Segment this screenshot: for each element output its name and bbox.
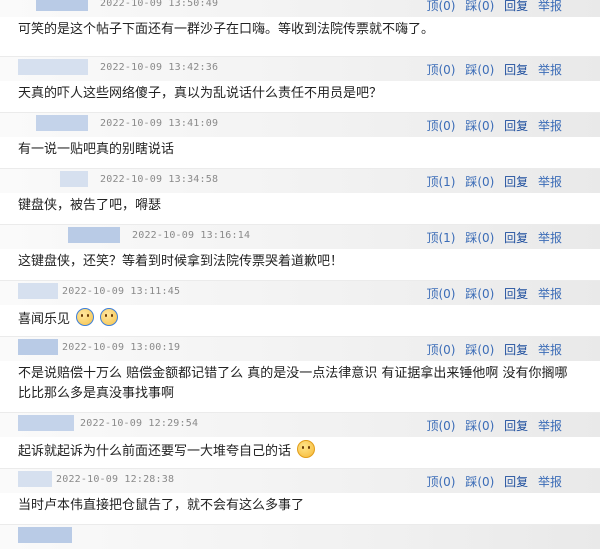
comment-time: 2022-10-09 13:41:09 [100, 118, 219, 129]
up-button[interactable]: 顶(0) [426, 343, 455, 357]
comment-actions: 顶(0) 踩(0) 回复 举报 [426, 61, 562, 78]
reply-button[interactable]: 回复 [504, 287, 528, 301]
comment-actions: 顶(0) 踩(0) 回复 举报 [426, 285, 562, 302]
comment-time: 2022-10-09 13:11:45 [62, 286, 181, 297]
emoji-icon [100, 308, 119, 326]
reply-button[interactable]: 回复 [504, 419, 528, 433]
down-button[interactable]: 踩(0) [465, 419, 494, 433]
avatar[interactable] [18, 283, 58, 299]
down-button[interactable]: 踩(0) [465, 119, 494, 133]
comment-item-partial [0, 524, 600, 549]
up-button[interactable]: 顶(1) [426, 231, 455, 245]
comment-body: 起诉就起诉为什么前面还要写一大堆夸自己的话 [18, 440, 580, 462]
report-button[interactable]: 举报 [538, 0, 562, 13]
comment-actions: 顶(1) 踩(0) 回复 举报 [426, 229, 562, 246]
comment-actions: 顶(1) 踩(0) 回复 举报 [426, 173, 562, 190]
report-button[interactable]: 举报 [538, 63, 562, 77]
report-button[interactable]: 举报 [538, 175, 562, 189]
avatar[interactable] [68, 227, 120, 243]
comment-text: 有一说一贴吧真的别瞎说话 [18, 142, 175, 157]
comment-actions: 顶(0) 踩(0) 回复 举报 [426, 473, 562, 490]
comment-actions: 顶(0) 踩(0) 回复 举报 [426, 417, 562, 434]
comment-meta: 2022-10-09 13:16:14 顶(1) 踩(0) 回复 举报 [0, 224, 600, 249]
comment-actions: 顶(0) 踩(0) 回复 举报 [426, 117, 562, 134]
down-button[interactable]: 踩(0) [465, 475, 494, 489]
avatar[interactable] [18, 339, 58, 355]
reply-button[interactable]: 回复 [504, 119, 528, 133]
report-button[interactable]: 举报 [538, 287, 562, 301]
up-button[interactable]: 顶(0) [426, 119, 455, 133]
reply-button[interactable]: 回复 [504, 231, 528, 245]
up-button[interactable]: 顶(0) [426, 287, 455, 301]
comment-item: 2022-10-09 13:11:45 顶(0) 踩(0) 回复 举报 喜闻乐见 [0, 280, 600, 336]
comment-body: 喜闻乐见 [18, 308, 580, 330]
down-button[interactable]: 踩(0) [465, 63, 494, 77]
avatar[interactable] [18, 59, 88, 75]
comment-text: 这键盘侠，还笑？等着到时候拿到法院传票哭着道歉吧！ [18, 254, 344, 269]
report-button[interactable]: 举报 [538, 343, 562, 357]
reply-button[interactable]: 回复 [504, 175, 528, 189]
comment-meta: 2022-10-09 12:28:38 顶(0) 踩(0) 回复 举报 [0, 468, 600, 493]
comment-text: 不是说赔偿十万么 赔偿金额都记错了么 真的是没一点法律意识 有证据拿出来锤他啊 … [18, 366, 568, 401]
comment-meta: 2022-10-09 12:29:54 顶(0) 踩(0) 回复 举报 [0, 412, 600, 437]
comment-meta: 2022-10-09 13:50:49 顶(0) 踩(0) 回复 举报 [0, 0, 600, 17]
comment-list: 2022-10-09 13:50:49 顶(0) 踩(0) 回复 举报 可笑的是… [0, 0, 600, 549]
comment-meta: 2022-10-09 13:00:19 顶(0) 踩(0) 回复 举报 [0, 336, 600, 361]
comment-item: 2022-10-09 13:42:36 顶(0) 踩(0) 回复 举报 天真的吓… [0, 56, 600, 112]
comment-time: 2022-10-09 13:42:36 [100, 62, 219, 73]
down-button[interactable]: 踩(0) [465, 231, 494, 245]
comment-meta: 2022-10-09 13:11:45 顶(0) 踩(0) 回复 举报 [0, 280, 600, 305]
comment-item: 2022-10-09 13:00:19 顶(0) 踩(0) 回复 举报 不是说赔… [0, 336, 600, 408]
up-button[interactable]: 顶(0) [426, 419, 455, 433]
comment-text: 喜闻乐见 [18, 312, 71, 327]
comment-meta: 2022-10-09 13:42:36 顶(0) 踩(0) 回复 举报 [0, 56, 600, 81]
up-button[interactable]: 顶(0) [426, 63, 455, 77]
avatar[interactable] [36, 115, 88, 131]
comment-text: 起诉就起诉为什么前面还要写一大堆夸自己的话 [18, 444, 292, 459]
comment-actions: 顶(0) 踩(0) 回复 举报 [426, 341, 562, 358]
down-button[interactable]: 踩(0) [465, 175, 494, 189]
comment-meta [0, 524, 600, 549]
comment-item: 2022-10-09 13:34:58 顶(1) 踩(0) 回复 举报 键盘侠，… [0, 168, 600, 224]
down-button[interactable]: 踩(0) [465, 287, 494, 301]
comment-text: 键盘侠，被告了吧，嘚瑟 [18, 198, 162, 213]
comment-meta: 2022-10-09 13:41:09 顶(0) 踩(0) 回复 举报 [0, 112, 600, 137]
comment-meta: 2022-10-09 13:34:58 顶(1) 踩(0) 回复 举报 [0, 168, 600, 193]
comment-text: 当时卢本伟直接把仓鼠告了，就不会有这么多事了 [18, 498, 305, 513]
comment-item: 2022-10-09 12:28:38 顶(0) 踩(0) 回复 举报 当时卢本… [0, 468, 600, 524]
up-button[interactable]: 顶(1) [426, 175, 455, 189]
comment-time: 2022-10-09 13:00:19 [62, 342, 181, 353]
comment-item: 2022-10-09 12:29:54 顶(0) 踩(0) 回复 举报 起诉就起… [0, 412, 600, 468]
comment-item: 2022-10-09 13:16:14 顶(1) 踩(0) 回复 举报 这键盘侠… [0, 224, 600, 280]
comment-time: 2022-10-09 13:50:49 [100, 0, 219, 9]
avatar[interactable] [18, 415, 74, 431]
comment-text: 可笑的是这个帖子下面还有一群沙子在口嗨。等收到法院传票就不嗨了。 [18, 22, 435, 37]
avatar[interactable] [18, 471, 52, 487]
comment-item: 2022-10-09 13:50:49 顶(0) 踩(0) 回复 举报 可笑的是… [0, 0, 600, 48]
avatar[interactable] [36, 0, 88, 11]
comment-time: 2022-10-09 12:28:38 [56, 474, 175, 485]
reply-button[interactable]: 回复 [504, 475, 528, 489]
down-button[interactable]: 踩(0) [465, 343, 494, 357]
avatar[interactable] [60, 171, 88, 187]
comment-actions: 顶(0) 踩(0) 回复 举报 [426, 0, 562, 14]
comment-text: 天真的吓人这些网络傻子，真以为乱说话什么责任不用员是吧？ [18, 86, 383, 101]
emoji-icon [297, 440, 316, 458]
reply-button[interactable]: 回复 [504, 343, 528, 357]
reply-button[interactable]: 回复 [504, 0, 528, 13]
comment-time: 2022-10-09 13:34:58 [100, 174, 219, 185]
up-button[interactable]: 顶(0) [426, 475, 455, 489]
comment-time: 2022-10-09 12:29:54 [80, 418, 199, 429]
report-button[interactable]: 举报 [538, 119, 562, 133]
comment-item: 2022-10-09 13:41:09 顶(0) 踩(0) 回复 举报 有一说一… [0, 112, 600, 168]
down-button[interactable]: 踩(0) [465, 0, 494, 13]
report-button[interactable]: 举报 [538, 419, 562, 433]
up-button[interactable]: 顶(0) [426, 0, 455, 13]
report-button[interactable]: 举报 [538, 475, 562, 489]
avatar[interactable] [18, 527, 72, 543]
reply-button[interactable]: 回复 [504, 63, 528, 77]
comment-time: 2022-10-09 13:16:14 [132, 230, 251, 241]
emoji-icon [76, 308, 95, 326]
report-button[interactable]: 举报 [538, 231, 562, 245]
